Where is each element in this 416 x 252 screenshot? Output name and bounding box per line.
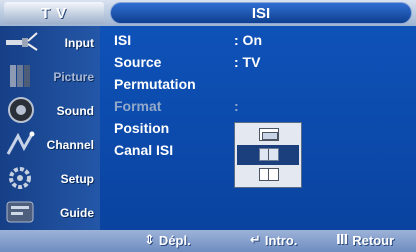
sidebar-item-label: Input <box>64 36 94 50</box>
header-bar: T V ISI <box>0 0 416 26</box>
tv-mode-title: T V <box>4 2 104 24</box>
sidebar-item-setup[interactable]: Setup <box>0 162 100 196</box>
footer-enter-label: Intro. <box>264 233 298 248</box>
sidebar-item-label: Guide <box>59 206 94 220</box>
footer-hint-bar: ⇕ Dépl. ↵ Intro. Ⅲ Retour <box>0 230 416 252</box>
menu-row-permutation[interactable]: Permutation <box>114 74 414 96</box>
sidebar-item-picture[interactable]: Picture <box>0 60 100 94</box>
format-option-split[interactable] <box>237 165 299 185</box>
menu-row-format[interactable]: Format : <box>114 96 414 118</box>
menu-row-label: Source <box>114 54 162 70</box>
channel-antenna-icon <box>4 130 38 158</box>
format-split-icon <box>259 168 279 181</box>
sidebar-item-sound[interactable]: Sound <box>0 94 100 128</box>
up-down-arrow-icon: ⇕ <box>144 233 155 248</box>
sidebar-item-label: Channel <box>46 138 94 152</box>
menu-row-label: Format <box>114 98 162 114</box>
menu-row-label: ISI <box>114 32 132 48</box>
format-double-icon <box>259 148 279 161</box>
footer-enter: ↵ Intro. <box>250 233 297 248</box>
sidebar-menu: Input Picture Sound Channel Setup Guide <box>0 26 100 230</box>
menu-return-icon: Ⅲ <box>336 233 349 248</box>
menu-row-value: : TV <box>234 54 261 70</box>
tv-osd-screen: T V ISI Input Picture Sound Channel Setu… <box>0 0 416 252</box>
footer-back-label: Retour <box>352 233 395 248</box>
format-option-small[interactable] <box>237 125 299 145</box>
menu-row-source[interactable]: Source : TV <box>114 52 414 74</box>
setup-gear-icon <box>4 164 38 192</box>
format-small-icon <box>259 128 279 141</box>
enter-icon: ↵ <box>250 233 261 248</box>
format-option-popup <box>234 122 302 188</box>
menu-row-value: : <box>234 98 239 114</box>
program-guide-icon <box>4 198 38 226</box>
footer-back: Ⅲ Retour <box>336 233 394 248</box>
speaker-icon <box>4 96 38 124</box>
sidebar-item-guide[interactable]: Guide <box>0 196 100 230</box>
sidebar-item-input[interactable]: Input <box>0 26 100 60</box>
page-title: ISI <box>110 2 412 24</box>
menu-row-label: Canal ISI <box>114 142 174 158</box>
format-option-double[interactable] <box>237 145 299 165</box>
sidebar-item-label: Setup <box>60 172 94 186</box>
picture-icon <box>4 62 38 90</box>
input-plug-icon <box>4 28 38 56</box>
menu-row-isi[interactable]: ISI : On <box>114 30 414 52</box>
menu-row-label: Position <box>114 120 170 136</box>
footer-move-label: Dépl. <box>158 233 191 248</box>
footer-move: ⇕ Dépl. <box>144 233 191 248</box>
menu-row-label: Permutation <box>114 76 196 92</box>
menu-row-value: : On <box>234 32 262 48</box>
sidebar-item-label: Picture <box>53 70 94 84</box>
sidebar-item-label: Sound <box>56 104 94 118</box>
sidebar-item-channel[interactable]: Channel <box>0 128 100 162</box>
